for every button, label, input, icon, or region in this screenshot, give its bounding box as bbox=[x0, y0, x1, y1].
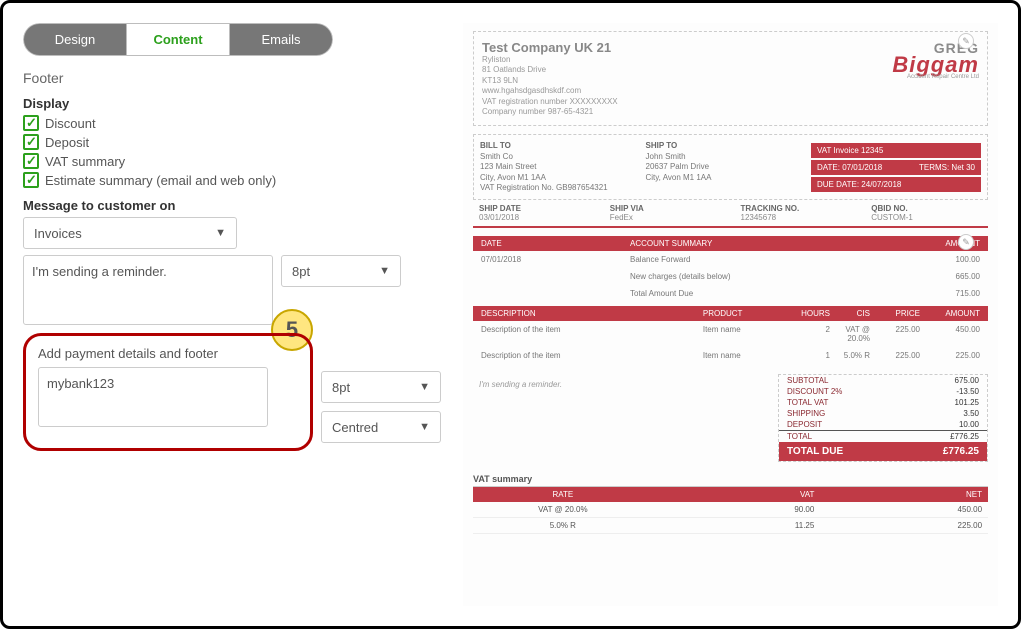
payment-details-highlight: Add payment details and footer bbox=[23, 333, 313, 451]
invoice-preview: ✎ Test Company UK 21 Ryliston81 Oatlands… bbox=[463, 23, 998, 606]
chevron-down-icon: ▼ bbox=[419, 421, 430, 433]
preview-logo: GREG Biggam Accident Repair Centre Ltd bbox=[892, 40, 979, 117]
message-size-value: 8pt bbox=[292, 264, 310, 279]
chevron-down-icon: ▼ bbox=[419, 381, 430, 393]
table-row: Description of the item Item name 1 5.0%… bbox=[473, 347, 988, 364]
label-estimate-summary: Estimate summary (email and web only) bbox=[45, 173, 276, 188]
tab-emails[interactable]: Emails bbox=[230, 23, 333, 56]
checkbox-deposit[interactable] bbox=[23, 134, 39, 150]
message-body-textarea[interactable] bbox=[23, 255, 273, 325]
vat-summary-title: VAT summary bbox=[473, 472, 988, 487]
payment-body-textarea[interactable] bbox=[38, 367, 268, 427]
label-vat-summary: VAT summary bbox=[45, 154, 125, 169]
settings-panel: Design Content Emails Footer Display Dis… bbox=[23, 23, 433, 606]
message-on-label: Message to customer on bbox=[23, 198, 433, 213]
preview-totals: SUBTOTAL675.00 DISCOUNT 2%-13.50 TOTAL V… bbox=[778, 374, 988, 462]
tab-bar: Design Content Emails bbox=[23, 23, 333, 56]
preview-address: Ryliston81 Oatlands DriveKT13 9LNwww.hga… bbox=[482, 55, 618, 117]
checkbox-estimate-summary[interactable] bbox=[23, 172, 39, 188]
checkbox-discount[interactable] bbox=[23, 115, 39, 131]
chevron-down-icon: ▼ bbox=[379, 265, 390, 277]
chevron-down-icon: ▼ bbox=[215, 227, 226, 239]
tab-design[interactable]: Design bbox=[23, 23, 126, 56]
payment-size-select[interactable]: 8pt ▼ bbox=[321, 371, 441, 403]
preview-company: Test Company UK 21 bbox=[482, 40, 618, 55]
checkbox-vat-summary[interactable] bbox=[23, 153, 39, 169]
table-row: Description of the item Item name 2 VAT … bbox=[473, 321, 988, 347]
message-size-select[interactable]: 8pt ▼ bbox=[281, 255, 401, 287]
tab-content[interactable]: Content bbox=[126, 23, 230, 56]
display-heading: Display bbox=[23, 96, 433, 111]
message-target-select[interactable]: Invoices ▼ bbox=[23, 217, 237, 249]
footer-section-label: Footer bbox=[23, 70, 433, 86]
label-discount: Discount bbox=[45, 116, 96, 131]
preview-note: I'm sending a reminder. bbox=[473, 374, 778, 462]
payment-align-select[interactable]: Centred ▼ bbox=[321, 411, 441, 443]
payment-label: Add payment details and footer bbox=[38, 346, 298, 361]
message-target-value: Invoices bbox=[34, 226, 82, 241]
label-deposit: Deposit bbox=[45, 135, 89, 150]
payment-align-value: Centred bbox=[332, 420, 378, 435]
payment-size-value: 8pt bbox=[332, 380, 350, 395]
pencil-icon[interactable]: ✎ bbox=[958, 33, 974, 49]
invoice-number-band: VAT Invoice 12345 bbox=[811, 143, 981, 158]
